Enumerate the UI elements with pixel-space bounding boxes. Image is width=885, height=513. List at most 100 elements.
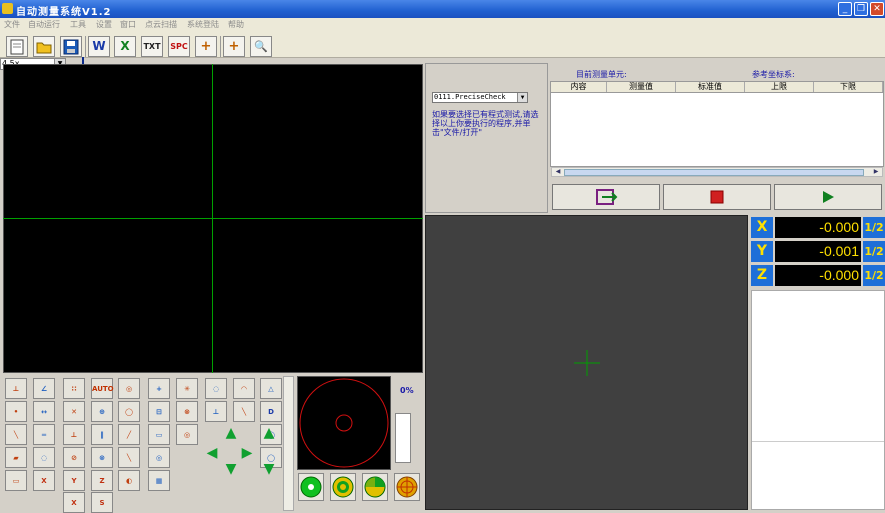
add-point-button[interactable]: + (195, 36, 217, 57)
tool-ring2-button[interactable]: ◎ (148, 447, 170, 468)
scan-mode-1-button[interactable] (298, 473, 324, 501)
scan-mode-3-button[interactable] (362, 473, 388, 501)
save-button[interactable] (60, 36, 82, 57)
tool-axis-z-button[interactable]: Z (91, 470, 113, 491)
tool-axis-y-button[interactable]: Y (63, 470, 85, 491)
move-right-arrow-icon[interactable]: ▶ (238, 444, 256, 462)
menu-help[interactable]: 帮助 (228, 19, 244, 30)
tool-line-button[interactable]: ╲ (233, 401, 255, 422)
tool-diag-button[interactable]: ╱ (118, 424, 140, 445)
tool-cross-out2-button[interactable]: ⊗ (91, 447, 113, 468)
progress-slider[interactable] (395, 413, 411, 463)
z-value: -0.000 (775, 265, 861, 286)
close-button[interactable]: ✕ (870, 2, 884, 16)
results-table[interactable] (550, 81, 884, 167)
cross-out2-icon: ⊗ (99, 454, 105, 462)
tool-rect2-button[interactable]: ▭ (5, 470, 27, 491)
target-sector-icon (364, 476, 386, 498)
tool-perpendicular-button[interactable]: ⊥ (5, 378, 27, 399)
menu-file[interactable]: 文件 (4, 19, 20, 30)
tool-angle-button[interactable]: ∠ (33, 378, 55, 399)
tool-cross-button[interactable]: + (148, 378, 170, 399)
spc-button[interactable]: SPC (168, 36, 190, 57)
menu-auto-run[interactable]: 自动运行 (28, 19, 60, 30)
col-measured[interactable]: 测量值 (607, 82, 676, 92)
tool-cross-x-button[interactable]: ✕ (63, 401, 85, 422)
col-lower[interactable]: 下限 (814, 82, 883, 92)
new-file-button[interactable] (6, 36, 28, 57)
move-left-arrow-icon[interactable]: ◀ (203, 444, 221, 462)
tool-diag2-button[interactable]: ╲ (118, 447, 140, 468)
tool-point-button[interactable]: • (5, 401, 27, 422)
stop-button[interactable] (663, 184, 771, 210)
scan-mode-2-button[interactable] (330, 473, 356, 501)
menu-login[interactable]: 系统登陆 (187, 19, 219, 30)
x-half-button[interactable]: 1/2 (863, 217, 885, 238)
program-select[interactable]: 0111.PreciseCheck ▼ (432, 92, 528, 103)
tool-axis-x2-button[interactable]: X (63, 492, 85, 513)
tool-star-button[interactable]: ✳ (176, 378, 198, 399)
z-half-button[interactable]: 1/2 (863, 265, 885, 286)
tool-line2-button[interactable]: ╲ (5, 424, 27, 445)
col-standard[interactable]: 标准值 (676, 82, 745, 92)
tool-triangle-button[interactable]: △ (260, 378, 282, 399)
axis-y-icon: Y (71, 477, 77, 485)
results-hscroll[interactable]: ◀ ▶ (551, 167, 883, 177)
add-element-button[interactable]: + (223, 36, 245, 57)
tool-rect-button[interactable]: ▭ (148, 424, 170, 445)
scroll-thumb[interactable] (564, 169, 864, 176)
run-button[interactable] (774, 184, 882, 210)
export-word-button[interactable]: W (88, 36, 110, 57)
col-upper[interactable]: 上限 (745, 82, 814, 92)
tool-cross-circle-button[interactable]: ⊕ (91, 401, 113, 422)
tool-cross-out-button[interactable]: ⊗ (176, 401, 198, 422)
scroll-right-icon[interactable]: ▶ (871, 168, 881, 176)
chevron-down-icon[interactable]: ▼ (517, 93, 527, 102)
tool-foot-button[interactable]: ⊥ (205, 401, 227, 422)
tool-dot-array-button[interactable]: ∷ (63, 378, 85, 399)
tool-dim-d-button[interactable]: D (260, 401, 282, 422)
palette-scrollbar[interactable] (283, 376, 294, 511)
col-content[interactable]: 内容 (551, 82, 607, 92)
tool-auto-button[interactable]: AUTO (91, 378, 114, 399)
tool-dotted-circle-button[interactable]: ◌ (33, 447, 55, 468)
tool-axis-s-button[interactable]: S (91, 492, 113, 513)
minimize-button[interactable]: _ (838, 2, 852, 16)
tool-foot2-button[interactable]: ⊥ (63, 424, 85, 445)
move-down-arrow-icon[interactable]: ▼ (222, 460, 240, 478)
tool-circle-button[interactable]: ◯ (118, 401, 140, 422)
menu-tools[interactable]: 工具 (70, 19, 86, 30)
tool-double-line-button[interactable]: ═ (33, 424, 55, 445)
move-up2-arrow-icon[interactable]: ▲ (260, 424, 278, 442)
export-excel-button[interactable]: X (114, 36, 136, 57)
menu-point-cloud[interactable]: 点云扫描 (145, 19, 177, 30)
return-button[interactable] (552, 184, 660, 210)
tool-axis-x-button[interactable]: X (33, 470, 55, 491)
export-txt-button[interactable]: TXT (141, 36, 163, 57)
tool-arc-button[interactable]: ◌ (205, 378, 227, 399)
scan-mode-4-button[interactable] (394, 473, 420, 501)
move-up-arrow-icon[interactable]: ▲ (222, 424, 240, 442)
tool-bar-button[interactable]: ▰ (5, 447, 27, 468)
menu-window[interactable]: 窗口 (120, 19, 136, 30)
tool-null-circle-button[interactable]: ⊘ (63, 447, 85, 468)
tool-distance-button[interactable]: ↔ (33, 401, 55, 422)
tool-grid-button[interactable]: ▦ (148, 470, 170, 491)
view-crosshair (574, 350, 600, 376)
rect2-icon: ▭ (12, 477, 20, 485)
maximize-button[interactable]: ❐ (854, 2, 868, 16)
tool-arc2-button[interactable]: ◠ (233, 378, 255, 399)
graphics-view[interactable] (425, 215, 748, 510)
open-file-button[interactable] (33, 36, 55, 57)
tool-circle-center-button[interactable]: ◎ (118, 378, 140, 399)
tool-parallel-button[interactable]: ‖ (91, 424, 113, 445)
tool-half-circle-button[interactable]: ◐ (118, 470, 140, 491)
tool-slot-button[interactable]: ⊟ (148, 401, 170, 422)
dot-array-icon: ∷ (71, 385, 77, 393)
menu-settings[interactable]: 设置 (96, 19, 112, 30)
zoom-button[interactable]: 🔍 (250, 36, 272, 57)
move-down2-arrow-icon[interactable]: ▼ (260, 460, 278, 478)
scroll-left-icon[interactable]: ◀ (553, 168, 563, 176)
y-half-button[interactable]: 1/2 (863, 241, 885, 262)
tool-ring-button[interactable]: ◎ (176, 424, 198, 445)
